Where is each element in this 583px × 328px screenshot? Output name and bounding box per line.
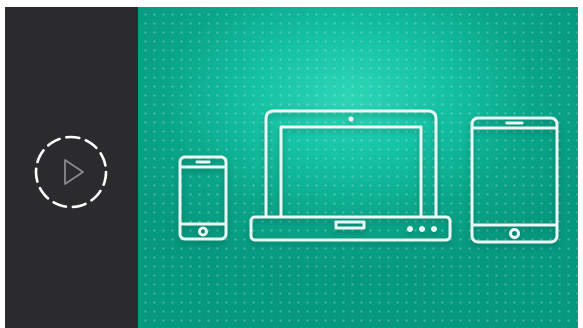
play-button[interactable] (32, 133, 110, 211)
devices-illustration (178, 109, 559, 244)
video-player (5, 7, 578, 328)
play-icon (34, 135, 108, 209)
player-sidebar (5, 7, 138, 328)
play-triangle-icon (64, 159, 84, 185)
smartphone-icon (178, 155, 228, 241)
laptop-icon (249, 109, 452, 242)
hero-illustration (138, 7, 578, 328)
tablet-icon (470, 116, 559, 244)
dashed-circle-icon (34, 135, 108, 209)
